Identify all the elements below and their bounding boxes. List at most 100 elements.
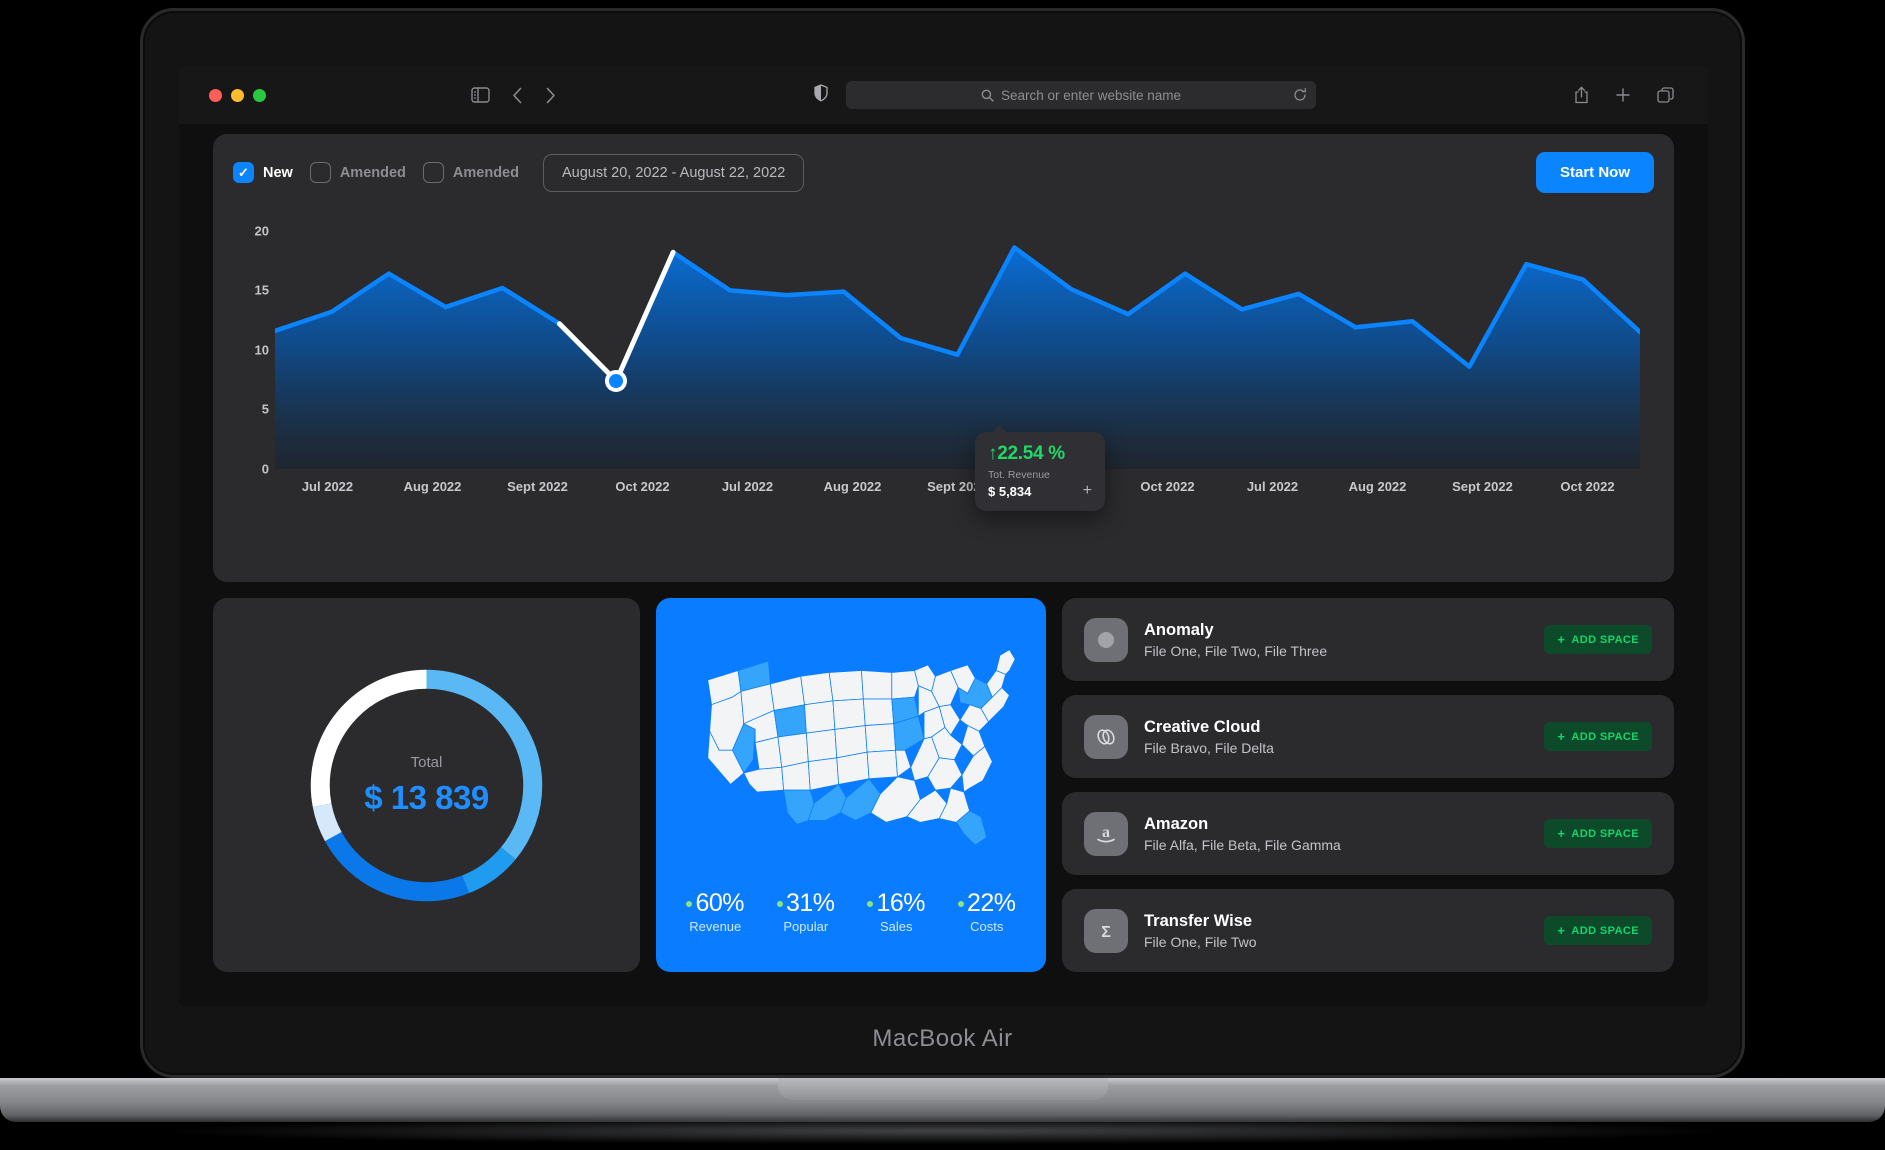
x-tick: Sept 2022	[507, 479, 568, 494]
usa-map-icon	[707, 649, 1016, 846]
back-chevron-left-icon[interactable]	[512, 87, 523, 104]
add-space-button[interactable]: + ADD SPACE	[1544, 722, 1652, 751]
search-placeholder-text: Search or enter website name	[1000, 87, 1182, 103]
chart-highlight-marker[interactable]	[605, 369, 628, 392]
macbook-base-lip	[777, 1078, 1108, 1100]
svg-text:a: a	[1102, 824, 1110, 841]
area-chart: 20 15 10 5 0 Jul 2022 Aug 2022 Sept 2022…	[233, 207, 1654, 511]
dashboard-page: New Amended Amended	[179, 124, 1708, 1006]
maximize-window-button[interactable]	[253, 88, 266, 102]
donut-center-text: Total $ 13 839	[300, 659, 553, 912]
tooltip-value: $ 5,834	[988, 483, 1032, 499]
filter-amended-1[interactable]: Amended	[309, 162, 406, 183]
donut-total-label: Total	[410, 753, 443, 771]
stat-label: Popular	[783, 919, 829, 934]
x-tick: Aug 2022	[403, 479, 462, 494]
map-stat-costs: 22% Costs	[942, 889, 1033, 934]
date-range-picker[interactable]: August 20, 2022 - August 22, 2022	[542, 153, 805, 192]
window-traffic-lights[interactable]	[209, 88, 266, 102]
map-stat-row: 60% Revenue 31% Popular 16% Sales 22% Co…	[656, 889, 1046, 934]
plus-icon: +	[1557, 923, 1566, 938]
tab-overview-icon[interactable]	[1657, 86, 1674, 104]
chart-header: New Amended Amended	[233, 152, 1654, 193]
x-tick: Aug 2022	[823, 479, 882, 494]
browser-window: Search or enter website name ✓ New Amend…	[179, 66, 1708, 1006]
x-tick: Oct 2022	[615, 479, 670, 494]
stat-dot-icon	[957, 900, 964, 907]
app-files: File One, File Two	[1144, 933, 1257, 950]
usa-map-card: 60% Revenue 31% Popular 16% Sales 22% Co…	[656, 598, 1046, 972]
add-space-label: ADD SPACE	[1571, 633, 1639, 646]
add-space-label: ADD SPACE	[1571, 827, 1639, 840]
app-list: Anomaly File One, File Two, File Three +…	[1062, 598, 1674, 972]
plus-icon: +	[1557, 632, 1566, 647]
filter-new[interactable]: New	[233, 162, 293, 183]
minimize-window-button[interactable]	[231, 88, 244, 102]
list-item[interactable]: Creative Cloud File Bravo, File Delta + …	[1062, 695, 1674, 778]
map-stat-revenue: 60% Revenue	[670, 889, 761, 934]
navigation-controls	[471, 87, 556, 104]
x-axis-labels: Jul 2022 Aug 2022 Sept 2022 Oct 2022 Jul 202…	[275, 479, 1640, 494]
screen: Search or enter website name ✓ New Amend…	[179, 66, 1708, 1006]
new-tab-plus-icon[interactable]	[1615, 87, 1631, 103]
sidebar-toggle-icon[interactable]	[471, 87, 490, 103]
app-name: Transfer Wise	[1144, 911, 1253, 930]
map-stat-popular: 31% Popular	[761, 889, 852, 934]
donut-total-value: $ 13 839	[364, 778, 489, 816]
tooltip-label: Tot. Revenue	[988, 469, 1050, 481]
filter-amended-2[interactable]: Amended	[422, 162, 519, 183]
x-tick: Jul 2022	[721, 479, 774, 494]
checkbox-amended-2[interactable]	[422, 162, 444, 183]
stat-dot-icon	[776, 900, 783, 907]
plus-icon: +	[1557, 826, 1566, 841]
list-item[interactable]: a Amazon File Alfa, File Beta, File Gamm…	[1062, 792, 1674, 875]
amazon-icon: a	[1084, 811, 1128, 856]
close-window-button[interactable]	[209, 88, 222, 102]
browser-toolbar: Search or enter website name	[179, 66, 1708, 124]
list-item[interactable]: Anomaly File One, File Two, File Three +…	[1062, 598, 1674, 681]
transferwise-icon: Ʃ	[1084, 908, 1128, 953]
add-space-button[interactable]: + ADD SPACE	[1544, 819, 1652, 848]
tooltip-change: ↑22.54 %	[988, 443, 1065, 464]
x-tick: Oct 2022	[1560, 479, 1615, 494]
x-tick: Jul 2022	[1246, 479, 1299, 494]
share-icon[interactable]	[1574, 86, 1589, 104]
forward-chevron-right-icon[interactable]	[545, 87, 556, 104]
creative-cloud-icon	[1084, 714, 1128, 759]
dashboard-bottom-row: Total $ 13 839 60% Revenue 31% Popular 1…	[213, 598, 1674, 972]
start-now-button[interactable]: Start Now	[1535, 152, 1654, 193]
search-input[interactable]: Search or enter website name	[846, 81, 1316, 109]
device-label: MacBook Air	[872, 1025, 1013, 1052]
checkbox-amended-1[interactable]	[309, 162, 331, 183]
checkbox-new[interactable]	[233, 162, 254, 183]
add-space-button[interactable]: + ADD SPACE	[1544, 625, 1652, 654]
stat-label: Costs	[970, 919, 1004, 934]
app-name: Amazon	[1144, 814, 1209, 833]
x-tick: Sept 2022	[1452, 479, 1513, 494]
y-tick: 15	[254, 282, 269, 298]
stat-label: Revenue	[689, 919, 742, 934]
stat-label: Sales	[879, 919, 913, 934]
filter-amended-2-label: Amended	[452, 164, 519, 181]
tooltip-value-row: $ 5,834 +	[988, 483, 1092, 499]
app-files: File Bravo, File Delta	[1144, 739, 1274, 756]
y-tick: 20	[254, 223, 269, 239]
revenue-chart-card: New Amended Amended	[213, 134, 1674, 582]
x-tick: Jul 2022	[301, 479, 354, 494]
stat-percent: 60%	[695, 889, 745, 917]
filter-checkboxes: New Amended Amended	[233, 162, 519, 183]
search-icon	[981, 89, 994, 102]
stat-percent: 31%	[785, 889, 835, 917]
list-item[interactable]: Ʃ Transfer Wise File One, File Two + ADD	[1062, 889, 1674, 972]
shield-icon[interactable]	[814, 83, 828, 107]
tooltip-plus-icon[interactable]: +	[1083, 483, 1092, 499]
y-axis-labels: 20 15 10 5 0	[233, 207, 269, 476]
macbook-shadow	[170, 1118, 1715, 1144]
y-tick: 5	[261, 401, 269, 417]
reload-icon[interactable]	[1293, 88, 1307, 102]
donut-chart: Total $ 13 839	[300, 659, 553, 912]
svg-text:Ʃ: Ʃ	[1101, 924, 1111, 941]
add-space-label: ADD SPACE	[1571, 730, 1639, 743]
add-space-button[interactable]: + ADD SPACE	[1544, 916, 1652, 945]
chart-canvas	[272, 207, 1643, 469]
